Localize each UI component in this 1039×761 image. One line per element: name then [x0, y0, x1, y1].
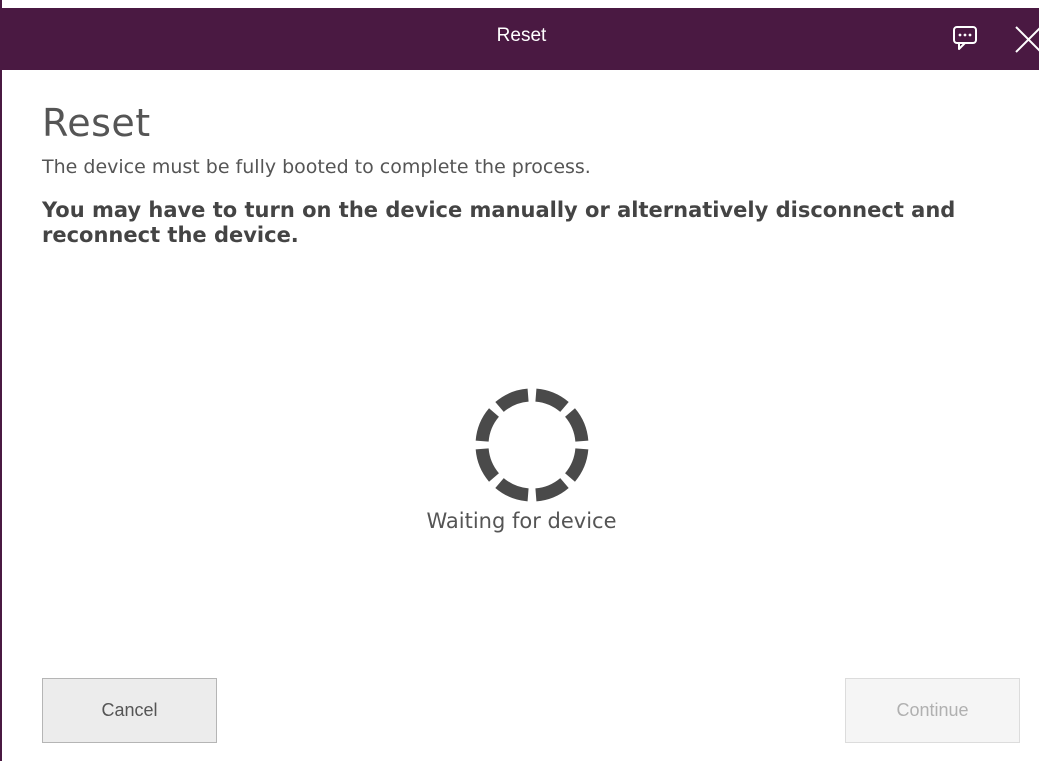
main-content: Reset The device must be fully booted to… [42, 98, 1002, 248]
description-text: The device must be fully booted to compl… [42, 156, 591, 178]
feedback-button[interactable] [948, 23, 982, 53]
instruction-text: You may have to turn on the device manua… [42, 198, 956, 247]
cancel-button[interactable]: Cancel [42, 678, 217, 743]
spinner-segment [475, 448, 500, 482]
loading-spinner [472, 385, 592, 505]
close-button[interactable] [1010, 21, 1039, 53]
reset-dialog: Reset Reset The device must be fully boo… [0, 0, 1039, 761]
loading-spinner-icon [475, 388, 589, 502]
title-bar: Reset [2, 8, 1039, 70]
spinner-segment [535, 388, 569, 413]
continue-button[interactable]: Continue [845, 678, 1020, 743]
continue-button-label: Continue [896, 700, 969, 720]
cancel-button-label: Cancel [101, 700, 158, 720]
window-title: Reset [496, 25, 547, 46]
spinner-segment [475, 408, 500, 442]
page-title: Reset [42, 101, 151, 145]
spinner-segment [564, 408, 589, 442]
spinner-segment [495, 477, 529, 502]
spinner-segment [564, 448, 589, 482]
status-text: Waiting for device [426, 509, 617, 533]
spinner-segment [535, 477, 569, 502]
feedback-chat-icon [953, 26, 977, 50]
spinner-segment [495, 388, 529, 413]
close-icon [1015, 26, 1039, 53]
